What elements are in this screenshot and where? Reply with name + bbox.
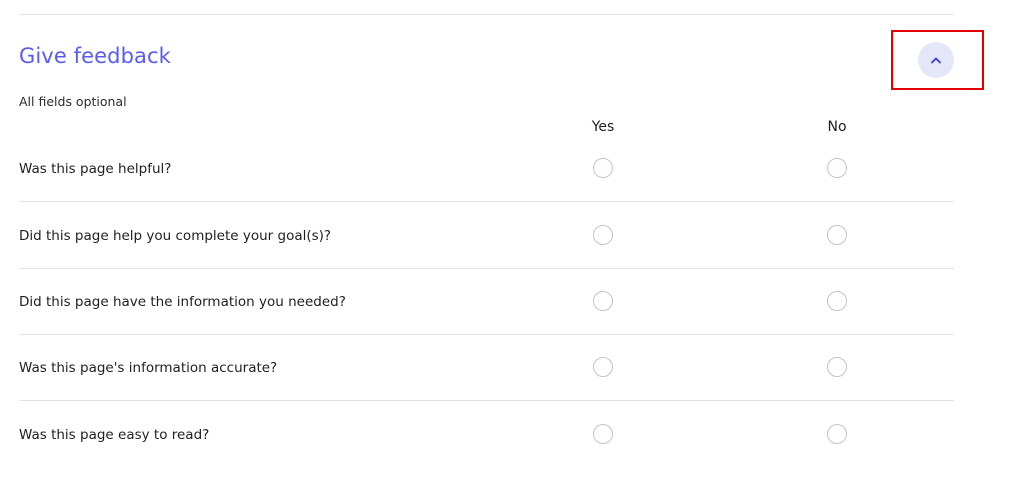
question-label: Did this page help you complete your goa… [19, 228, 332, 244]
column-header-yes: Yes [591, 119, 615, 135]
radio-yes[interactable] [593, 357, 613, 377]
question-row-goal: Did this page help you complete your goa… [0, 203, 1024, 269]
question-label: Was this page's information accurate? [19, 360, 278, 376]
radio-yes[interactable] [593, 225, 613, 245]
radio-no[interactable] [827, 158, 847, 178]
row-divider [19, 400, 954, 401]
chevron-up-icon [931, 57, 941, 64]
question-label: Did this page have the information you n… [19, 294, 346, 310]
column-header-no: No [827, 119, 847, 135]
feedback-page: Give feedback All fields optional Yes No… [0, 0, 1024, 477]
row-divider [19, 201, 954, 202]
question-row-information: Did this page have the information you n… [0, 269, 1024, 335]
question-row-accurate: Was this page's information accurate? [0, 335, 1024, 401]
radio-yes[interactable] [593, 424, 613, 444]
question-label: Was this page easy to read? [19, 427, 210, 443]
feedback-subtitle: All fields optional [19, 94, 127, 109]
radio-yes[interactable] [593, 158, 613, 178]
radio-no[interactable] [827, 225, 847, 245]
question-row-easy-to-read: Was this page easy to read? [0, 402, 1024, 468]
radio-no[interactable] [827, 357, 847, 377]
feedback-title: Give feedback [19, 44, 171, 68]
radio-no[interactable] [827, 424, 847, 444]
radio-yes[interactable] [593, 291, 613, 311]
question-label: Was this page helpful? [19, 161, 172, 177]
question-row-helpful: Was this page helpful? [0, 136, 1024, 202]
radio-no[interactable] [827, 291, 847, 311]
top-divider [19, 14, 954, 15]
collapse-feedback-button[interactable] [918, 42, 954, 78]
